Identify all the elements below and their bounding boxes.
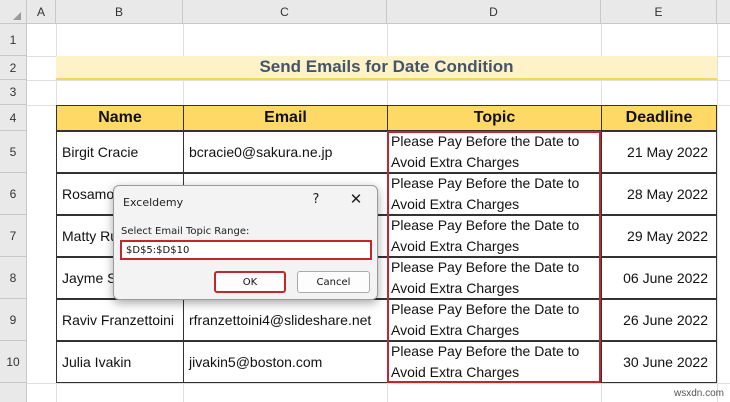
cancel-button[interactable]: Cancel xyxy=(297,271,370,293)
column-header-b[interactable]: B xyxy=(56,0,183,24)
header-email[interactable]: Email xyxy=(183,105,388,131)
cell-email[interactable]: bcracie0@sakura.ne.jp xyxy=(183,131,388,173)
column-header-c[interactable]: C xyxy=(183,0,387,24)
header-topic[interactable]: Topic xyxy=(387,105,602,131)
row-header-rest xyxy=(0,383,27,402)
watermark: wsxdn.com xyxy=(673,388,724,399)
range-input[interactable] xyxy=(120,240,372,260)
cell-name[interactable]: Raviv Franzettoini xyxy=(56,299,184,341)
row-header-8[interactable]: 8 xyxy=(0,257,27,299)
input-box-dialog: Exceldemy ? ✕ Select Email Topic Range: … xyxy=(113,185,378,300)
select-all-icon xyxy=(13,11,21,20)
cell-deadline[interactable]: 29 May 2022 xyxy=(601,215,717,257)
row-header-3[interactable]: 3 xyxy=(0,80,27,105)
column-header-a[interactable]: A xyxy=(27,0,56,24)
gridline xyxy=(27,80,730,81)
cell-email[interactable]: jivakin5@boston.com xyxy=(183,341,388,383)
row-header-9[interactable]: 9 xyxy=(0,299,27,341)
row-header-6[interactable]: 6 xyxy=(0,173,27,215)
column-header-e[interactable]: E xyxy=(601,0,717,24)
cell-email[interactable]: rfranzettoini4@slideshare.net xyxy=(183,299,388,341)
row-header-4[interactable]: 4 xyxy=(0,105,27,131)
cell-name[interactable]: Birgit Cracie xyxy=(56,131,184,173)
help-icon[interactable]: ? xyxy=(306,192,326,207)
cell-topic[interactable]: Please Pay Before the Date to Avoid Extr… xyxy=(387,257,602,299)
header-name[interactable]: Name xyxy=(56,105,184,131)
dialog-title: Exceldemy xyxy=(123,196,184,209)
column-header-d[interactable]: D xyxy=(387,0,601,24)
cell-topic[interactable]: Please Pay Before the Date to Avoid Extr… xyxy=(387,341,602,383)
row-header-10[interactable]: 10 xyxy=(0,341,27,383)
cell-topic[interactable]: Please Pay Before the Date to Avoid Extr… xyxy=(387,299,602,341)
cell-deadline[interactable]: 21 May 2022 xyxy=(601,131,717,173)
sheet-title[interactable]: Send Emails for Date Condition xyxy=(56,56,717,80)
cell-deadline[interactable]: 26 June 2022 xyxy=(601,299,717,341)
cell-deadline[interactable]: 30 June 2022 xyxy=(601,341,717,383)
row-header-5[interactable]: 5 xyxy=(0,131,27,173)
cell-name[interactable]: Julia Ivakin xyxy=(56,341,184,383)
close-icon[interactable]: ✕ xyxy=(345,190,367,208)
header-deadline[interactable]: Deadline xyxy=(601,105,717,131)
cell-topic[interactable]: Please Pay Before the Date to Avoid Extr… xyxy=(387,215,602,257)
column-header-rest xyxy=(717,0,730,24)
row-header-2[interactable]: 2 xyxy=(0,56,27,80)
corner-select-all[interactable] xyxy=(0,0,27,24)
dialog-prompt-label: Select Email Topic Range: xyxy=(121,226,250,237)
ok-button[interactable]: OK xyxy=(214,271,286,293)
cell-deadline[interactable]: 28 May 2022 xyxy=(601,173,717,215)
cell-topic[interactable]: Please Pay Before the Date to Avoid Extr… xyxy=(387,173,602,215)
row-header-7[interactable]: 7 xyxy=(0,215,27,257)
cell-topic[interactable]: Please Pay Before the Date to Avoid Extr… xyxy=(387,131,602,173)
gridline xyxy=(27,383,730,384)
cell-deadline[interactable]: 06 June 2022 xyxy=(601,257,717,299)
row-header-1[interactable]: 1 xyxy=(0,24,27,56)
